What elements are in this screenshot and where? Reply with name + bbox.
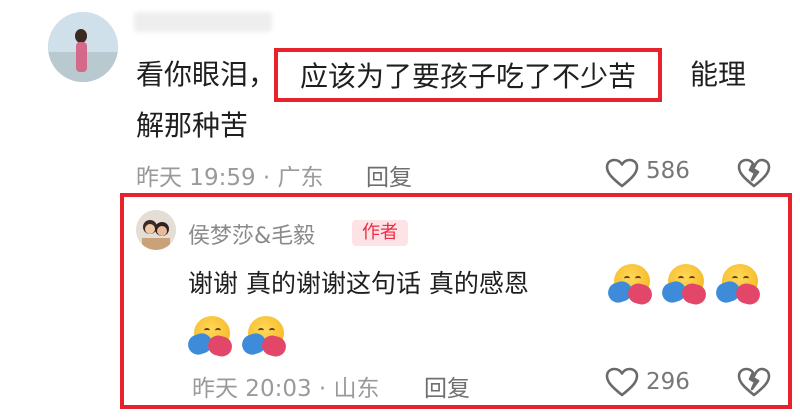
hugging-face-emoji <box>605 262 655 307</box>
reply-text: 谢谢 真的谢谢这句话 真的感恩 <box>188 269 529 298</box>
broken-heart-icon[interactable] <box>736 157 772 189</box>
heart-icon[interactable] <box>604 157 640 189</box>
avatar-photo <box>48 12 118 82</box>
hugging-face-emoji <box>659 262 709 307</box>
hugging-face-emoji <box>239 314 289 359</box>
highlight-box: 应该为了要孩子吃了不少苦 <box>274 48 662 102</box>
comment-like-count: 586 <box>646 158 690 184</box>
comment-text-part1: 看你眼泪， <box>136 58 277 91</box>
author-avatar[interactable] <box>136 210 176 250</box>
hugging-face-emoji <box>185 314 235 359</box>
comment-timestamp-location: 昨天 19:59 · 广东 <box>136 165 324 191</box>
reply-timestamp-location: 昨天 20:03 · 山东 <box>192 376 380 402</box>
comment-text-part2: 能理 <box>690 58 747 91</box>
commenter-name-blurred[interactable] <box>134 12 272 32</box>
author-avatar-photo <box>136 210 176 250</box>
comment-text-line2: 解那种苦 <box>136 109 249 142</box>
hugging-face-emoji <box>713 262 763 307</box>
author-badge: 作者 <box>352 220 408 246</box>
comment-reply-button[interactable]: 回复 <box>366 158 412 192</box>
emoji-row-1 <box>605 262 763 307</box>
reply-author-name[interactable]: 侯梦莎&毛毅 <box>188 218 315 250</box>
reply-like-count: 296 <box>646 369 690 395</box>
emoji-row-2 <box>185 314 289 359</box>
comment-highlight-text: 应该为了要孩子吃了不少苦 <box>299 60 636 93</box>
reply-reply-button[interactable]: 回复 <box>424 369 470 403</box>
broken-heart-icon[interactable] <box>736 366 772 398</box>
heart-icon[interactable] <box>604 366 640 398</box>
commenter-avatar[interactable] <box>48 12 118 82</box>
